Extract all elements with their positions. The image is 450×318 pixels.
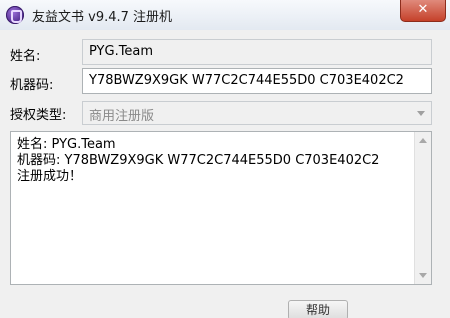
result-textarea[interactable]: 姓名: PYG.Team 机器码: Y78BWZ9X9GK W77C2C744E… <box>10 131 432 285</box>
window-title: 友益文书 v9.4.7 注册机 <box>32 10 173 25</box>
chevron-down-icon[interactable] <box>417 111 425 116</box>
license-type-label: 授权类型: <box>10 108 67 123</box>
help-button[interactable]: 帮助 <box>288 300 348 318</box>
result-line-status: 注册成功！ <box>17 169 83 184</box>
keygen-window: 友益文书 v9.4.7 注册机 ✕ 姓名: PYG.Team 机器码: Y78B… <box>0 0 450 318</box>
result-line-name: 姓名: PYG.Team <box>17 137 116 152</box>
scroll-up-icon[interactable] <box>419 138 427 143</box>
machine-code-field[interactable]: Y78BWZ9X9GK W77C2C744E55D0 C703E402C2 <box>82 68 432 94</box>
vertical-scrollbar[interactable] <box>414 132 431 284</box>
app-icon <box>6 6 24 24</box>
scroll-down-icon[interactable] <box>419 273 427 278</box>
name-label: 姓名: <box>10 49 41 64</box>
result-line-machine-code: 机器码: Y78BWZ9X9GK W77C2C744E55D0 C703E402… <box>17 153 380 168</box>
name-field[interactable]: PYG.Team <box>82 39 432 65</box>
license-type-value: 商用注册版 <box>89 109 155 124</box>
machine-code-label: 机器码: <box>10 78 54 93</box>
close-button[interactable]: ✕ <box>400 0 446 22</box>
title-bar[interactable]: 友益文书 v9.4.7 注册机 ✕ <box>0 0 450 30</box>
license-type-select[interactable]: 商用注册版 <box>82 101 432 125</box>
